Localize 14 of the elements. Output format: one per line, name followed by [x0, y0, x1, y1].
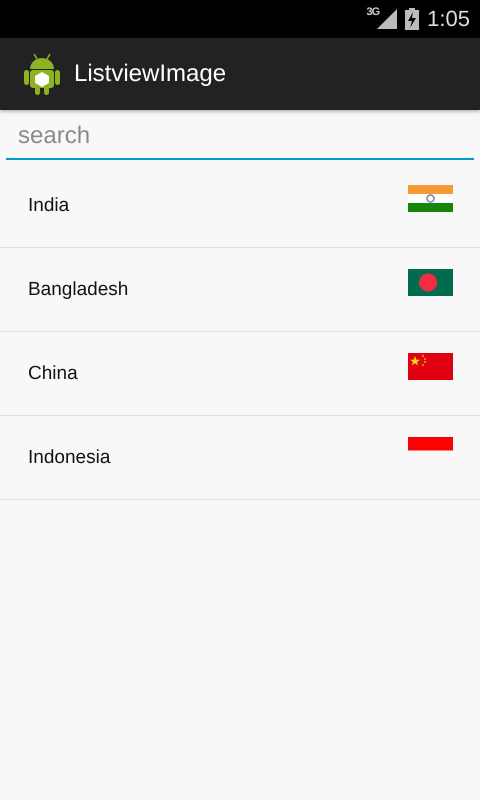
- clock-time: 1:05: [427, 6, 470, 32]
- country-name[interactable]: Indonesia: [28, 447, 110, 469]
- android-robot-icon: [24, 53, 60, 95]
- battery-icon: [405, 8, 420, 30]
- country-name[interactable]: India: [28, 195, 70, 217]
- flag-icon: [408, 185, 453, 212]
- search-field[interactable]: search: [6, 118, 474, 160]
- country-name[interactable]: China: [28, 363, 78, 385]
- flag-icon: [408, 353, 453, 380]
- country-name[interactable]: Bangladesh: [28, 279, 128, 301]
- flag-icon: [408, 269, 453, 296]
- network-type: 3G: [366, 6, 380, 18]
- app-title: ListviewImage: [74, 60, 226, 88]
- flag-icon: [408, 437, 453, 451]
